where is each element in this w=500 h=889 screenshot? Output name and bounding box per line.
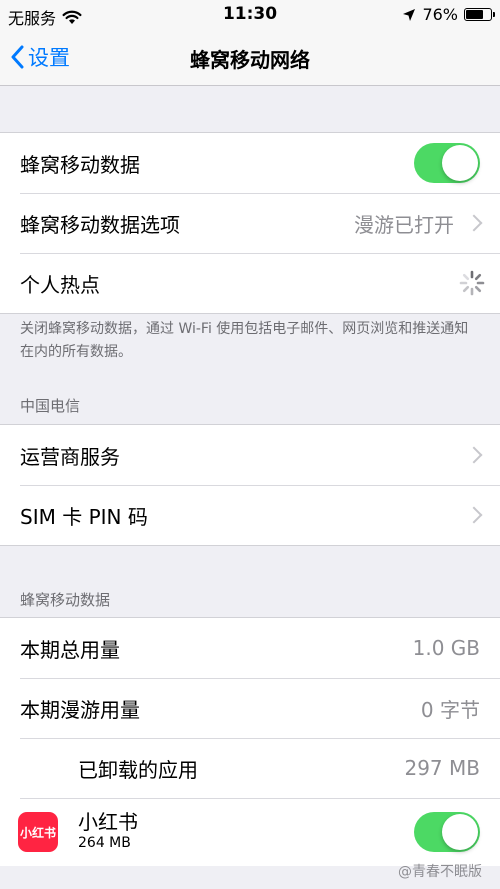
roaming-label: 本期漫游用量 bbox=[20, 697, 140, 722]
battery-icon bbox=[464, 8, 495, 21]
cellular-data-row: 蜂窝移动数据 bbox=[0, 133, 500, 193]
app-cellular-toggle[interactable] bbox=[414, 812, 480, 852]
usage-group: 本期总用量 1.0 GB 本期漫游用量 0 字节 已卸载的应用 297 MB 小… bbox=[0, 617, 500, 866]
current-period-label: 本期总用量 bbox=[20, 637, 120, 662]
cellular-options-value-wrap: 漫游已打开 bbox=[354, 209, 483, 238]
location-arrow-icon bbox=[403, 8, 416, 21]
roaming-value: 0 字节 bbox=[420, 697, 480, 722]
watermark: @青春不眠版 bbox=[398, 864, 482, 880]
loading-spinner-icon bbox=[459, 270, 485, 296]
app-size: 264 MB bbox=[78, 835, 131, 851]
usage-section-header: 蜂窝移动数据 bbox=[20, 591, 111, 609]
cellular-group: 蜂窝移动数据 蜂窝移动数据选项 漫游已打开 个人热点 bbox=[0, 132, 500, 314]
carrier-services-chevron-wrap bbox=[465, 446, 483, 464]
app-row: 小红书 小红书 264 MB bbox=[0, 798, 500, 866]
uninstalled-apps-value: 297 MB bbox=[404, 756, 480, 780]
cellular-options-label: 蜂窝移动数据选项 bbox=[20, 212, 180, 237]
chevron-right-icon bbox=[465, 214, 483, 232]
status-right: 76% bbox=[402, 5, 495, 24]
sim-pin-label: SIM 卡 PIN 码 bbox=[20, 504, 148, 529]
hotspot-label: 个人热点 bbox=[20, 272, 100, 297]
sim-pin-chevron-wrap bbox=[465, 506, 483, 524]
chevron-right-icon bbox=[465, 446, 483, 464]
current-period-value: 1.0 GB bbox=[412, 636, 480, 660]
battery-percent: 76% bbox=[422, 5, 458, 24]
carrier-section-header: 中国电信 bbox=[20, 397, 81, 415]
cellular-data-label: 蜂窝移动数据 bbox=[20, 152, 140, 177]
uninstalled-apps-row: 已卸载的应用 297 MB bbox=[0, 738, 500, 798]
battery-fill bbox=[466, 10, 484, 19]
chevron-right-icon bbox=[465, 506, 483, 524]
cellular-footnote: 关闭蜂窝移动数据，通过 Wi-Fi 使用包括电子邮件、网页浏览和推送通知在内的所… bbox=[20, 321, 469, 360]
cellular-data-toggle[interactable] bbox=[414, 143, 480, 183]
nav-bar: 设置 蜂窝移动网络 bbox=[0, 30, 500, 86]
cellular-options-row[interactable]: 蜂窝移动数据选项 漫游已打开 bbox=[0, 193, 500, 253]
current-period-row: 本期总用量 1.0 GB bbox=[0, 618, 500, 678]
sim-pin-row[interactable]: SIM 卡 PIN 码 bbox=[0, 485, 500, 545]
page-title: 蜂窝移动网络 bbox=[190, 48, 310, 72]
roaming-row: 本期漫游用量 0 字节 bbox=[0, 678, 500, 738]
carrier-services-label: 运营商服务 bbox=[20, 444, 120, 469]
xiaohongshu-app-icon: 小红书 bbox=[18, 812, 58, 852]
toggle-knob bbox=[442, 145, 478, 181]
personal-hotspot-row[interactable]: 个人热点 bbox=[0, 253, 500, 313]
uninstalled-apps-label: 已卸载的应用 bbox=[78, 757, 198, 782]
toggle-knob bbox=[442, 814, 478, 850]
carrier-services-row[interactable]: 运营商服务 bbox=[0, 425, 500, 485]
status-bar: 无服务 11:30 76% bbox=[0, 0, 500, 30]
app-name: 小红书 bbox=[78, 810, 138, 834]
carrier-group: 运营商服务 SIM 卡 PIN 码 bbox=[0, 424, 500, 546]
cellular-options-value: 漫游已打开 bbox=[354, 212, 454, 237]
